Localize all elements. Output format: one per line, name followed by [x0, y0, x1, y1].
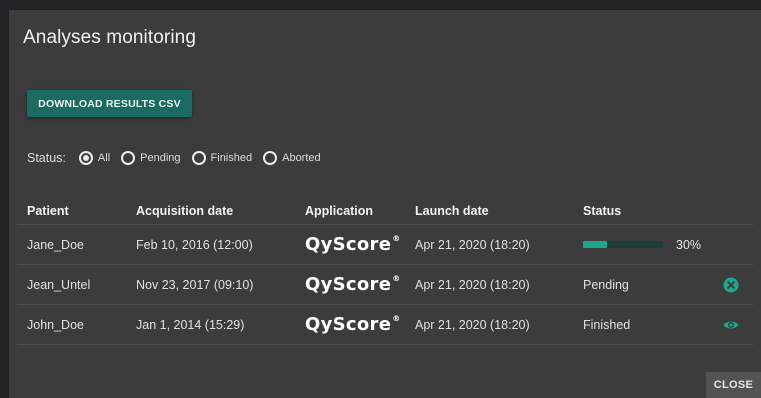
status-cell: 30%: [573, 224, 707, 265]
radio-pending[interactable]: [121, 151, 136, 165]
progress-bar-fill: [583, 241, 607, 248]
analyses-monitoring-dialog: Analyses monitoring DOWNLOAD RESULTS CSV…: [9, 10, 761, 398]
dialog-title: Analyses monitoring: [23, 27, 196, 48]
progress-bar: [583, 241, 663, 248]
status-filter-label: Status:: [27, 151, 66, 165]
registered-mark: ®: [392, 234, 401, 243]
launch-date-cell: Apr 21, 2020 (18:20): [405, 224, 573, 265]
progress-indicator: 30%: [583, 238, 707, 252]
eye-icon[interactable]: [723, 317, 739, 333]
status-option-all[interactable]: All: [78, 151, 111, 165]
actions-cell: [707, 264, 753, 305]
radio-aborted[interactable]: [263, 151, 278, 165]
status-option-aborted[interactable]: Aborted: [263, 151, 321, 165]
table-row[interactable]: Jane_Doe Feb 10, 2016 (12:00) QyScore® A…: [17, 224, 753, 265]
patient-cell: Jane_Doe: [17, 224, 126, 265]
table-row[interactable]: John_Doe Jan 1, 2014 (15:29) QyScore® Ap…: [17, 304, 753, 345]
progress-percent: 30%: [676, 237, 702, 252]
qyscore-logo: QyScore®: [305, 274, 401, 295]
actions-cell: [707, 224, 753, 265]
application-cell: QyScore®: [295, 304, 405, 345]
status-cell: Pending: [573, 264, 707, 305]
header-actions: [707, 198, 753, 225]
close-button[interactable]: CLOSE: [706, 372, 761, 398]
status-option-pending[interactable]: Pending: [121, 151, 181, 165]
application-cell: QyScore®: [295, 264, 405, 305]
status-option-finished[interactable]: Finished: [191, 151, 253, 165]
radio-all[interactable]: [78, 151, 93, 165]
radio-finished-label: Finished: [210, 152, 253, 164]
patient-cell: Jean_Untel: [17, 264, 126, 305]
header-status[interactable]: Status: [573, 198, 707, 225]
acquisition-date-cell: Feb 10, 2016 (12:00): [126, 224, 295, 265]
application-name: QyScore: [305, 234, 392, 255]
acquisition-date-cell: Nov 23, 2017 (09:10): [126, 264, 295, 305]
registered-mark: ®: [392, 274, 401, 283]
radio-all-label: All: [97, 152, 111, 164]
header-patient[interactable]: Patient: [17, 198, 126, 225]
patient-cell: John_Doe: [17, 304, 126, 345]
download-results-csv-button[interactable]: DOWNLOAD RESULTS CSV: [27, 90, 192, 117]
actions-cell: [707, 304, 753, 345]
header-application[interactable]: Application: [295, 198, 405, 225]
application-name: QyScore: [305, 274, 392, 295]
radio-finished[interactable]: [191, 151, 206, 165]
launch-date-cell: Apr 21, 2020 (18:20): [405, 264, 573, 305]
registered-mark: ®: [392, 314, 401, 323]
radio-pending-label: Pending: [140, 152, 181, 164]
application-cell: QyScore®: [295, 224, 405, 265]
radio-aborted-label: Aborted: [282, 152, 321, 164]
qyscore-logo: QyScore®: [305, 234, 401, 255]
header-acquisition-date[interactable]: Acquisition date: [126, 198, 295, 225]
status-cell: Finished: [573, 304, 707, 345]
acquisition-date-cell: Jan 1, 2014 (15:29): [126, 304, 295, 345]
header-launch-date[interactable]: Launch date: [405, 198, 573, 225]
table-row[interactable]: Jean_Untel Nov 23, 2017 (09:10) QyScore®…: [17, 264, 753, 305]
qyscore-logo: QyScore®: [305, 314, 401, 335]
table-header-row: Patient Acquisition date Application Lau…: [17, 198, 753, 225]
cancel-circle-icon[interactable]: [723, 277, 739, 293]
status-filter: Status: All Pending Finished Aborted: [27, 149, 332, 167]
application-name: QyScore: [305, 314, 392, 335]
analyses-table: Patient Acquisition date Application Lau…: [17, 198, 753, 345]
launch-date-cell: Apr 21, 2020 (18:20): [405, 304, 573, 345]
